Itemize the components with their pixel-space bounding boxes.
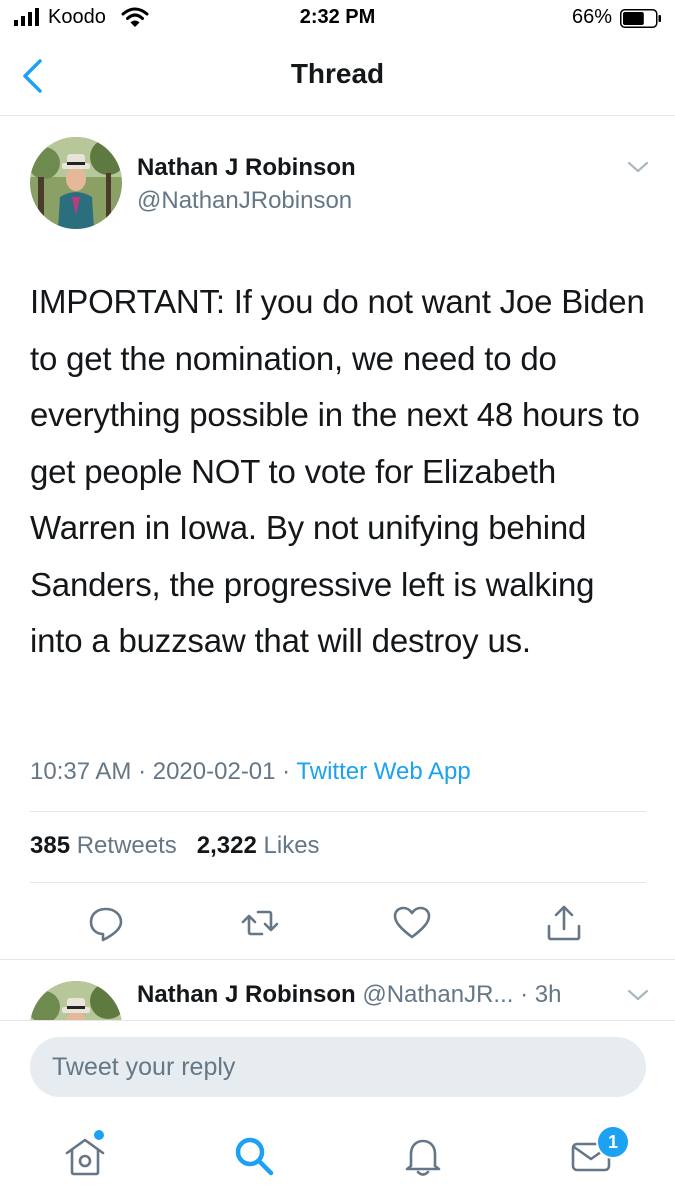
avatar-image — [30, 137, 122, 229]
avatar-image — [30, 981, 122, 1020]
divider — [30, 811, 646, 812]
avatar[interactable] — [30, 981, 122, 1020]
next-tweet[interactable]: Nathan J Robinson @NathanJR... · 3h — [0, 960, 675, 1020]
page-title: Thread — [290, 58, 385, 89]
tweet-meta: 10:37 AM · 2020-02-01 · Twitter Web App — [30, 758, 471, 786]
like-icon[interactable] — [392, 903, 432, 943]
tweet-text: IMPORTANT: If you do not want Joe Biden … — [30, 283, 645, 659]
author-handle[interactable]: @NathanJR... — [362, 981, 513, 1008]
battery-percent: 66% — [572, 6, 613, 28]
chevron-down-icon[interactable] — [626, 159, 650, 175]
battery-icon — [620, 9, 661, 28]
notifications-icon[interactable] — [401, 1134, 445, 1178]
tweet-age: · 3h — [520, 981, 562, 1008]
next-tweet-header: Nathan J Robinson @NathanJR... · 3h — [137, 981, 561, 1009]
reply-placeholder: Tweet your reply — [52, 1053, 236, 1081]
likes-count: 2,322 — [196, 832, 257, 859]
tweet-stats: 385 Retweets 2,322 Likes — [30, 832, 320, 860]
home-icon[interactable] — [63, 1134, 107, 1178]
likes-stat[interactable]: 2,322 Likes — [197, 832, 320, 859]
search-icon[interactable] — [232, 1134, 276, 1178]
retweet-icon[interactable] — [240, 903, 280, 943]
meta-separator: · — [131, 758, 153, 785]
avatar[interactable] — [30, 137, 122, 229]
tweet-date: 2020-02-01 — [152, 758, 276, 785]
share-icon[interactable] — [544, 903, 584, 943]
author-name[interactable]: Nathan J Robinson — [137, 981, 356, 1008]
home-indicator-dot — [94, 1130, 104, 1140]
tweet-source-link[interactable]: Twitter Web App — [296, 758, 470, 785]
divider — [30, 882, 646, 883]
tweet-time: 10:37 AM — [30, 758, 132, 785]
likes-label: Likes — [263, 832, 320, 859]
author-name[interactable]: Nathan J Robinson — [137, 154, 356, 182]
retweets-label: Retweets — [76, 832, 177, 859]
reply-icon[interactable] — [86, 903, 126, 943]
chevron-down-icon[interactable] — [626, 987, 650, 1003]
nav-bar: Thread — [0, 40, 675, 116]
retweets-stat[interactable]: 385 Retweets — [30, 832, 177, 859]
meta-separator: · — [275, 758, 297, 785]
retweets-count: 385 — [30, 832, 71, 859]
messages-badge: 1 — [596, 1125, 630, 1159]
status-bar: Koodo 2:32 PM 66% — [0, 0, 675, 40]
author-handle[interactable]: @NathanJRobinson — [137, 187, 352, 215]
tab-bar: 1 — [0, 1115, 675, 1200]
